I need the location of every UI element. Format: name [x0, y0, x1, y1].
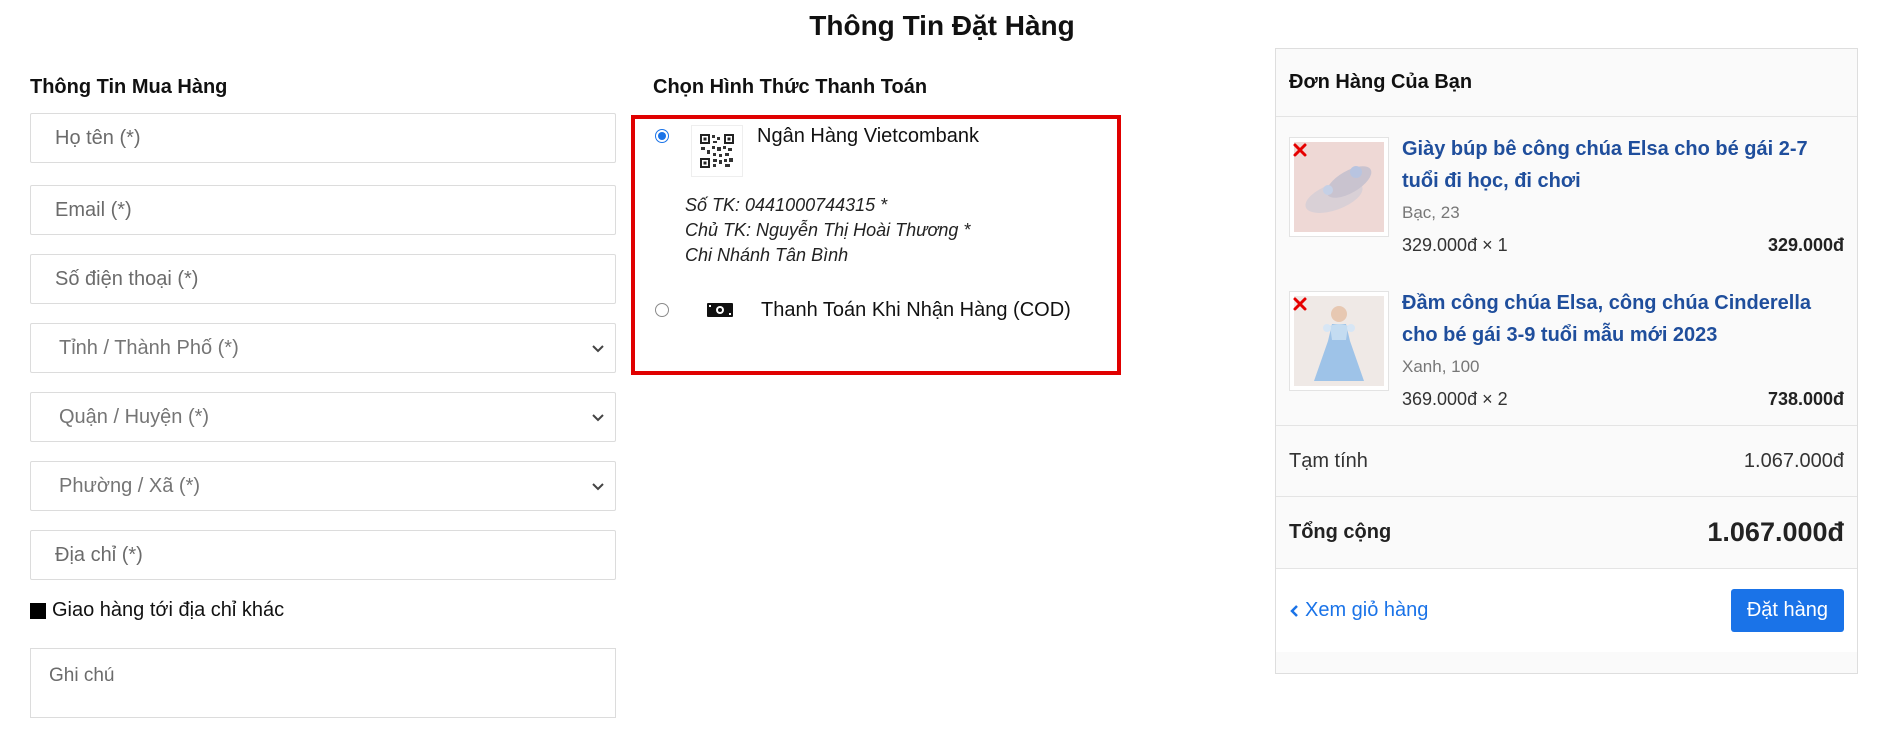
total-row: Tổng cộng 1.067.000đ — [1276, 496, 1857, 568]
product-thumbnail[interactable] — [1289, 137, 1389, 237]
order-actions: Xem giỏ hàng Đặt hàng — [1276, 568, 1857, 652]
cash-icon — [707, 303, 733, 317]
order-item: Đầm công chúa Elsa, công chúa Cinderella… — [1289, 271, 1844, 425]
total-label: Tổng cộng — [1289, 521, 1392, 543]
remove-item-icon[interactable] — [1292, 142, 1308, 158]
place-order-button[interactable]: Đặt hàng — [1730, 589, 1844, 632]
product-name-link[interactable]: Giày búp bê công chúa Elsa cho bé gái 2-… — [1402, 133, 1844, 197]
view-cart-label: Xem giỏ hàng — [1305, 599, 1429, 621]
province-select[interactable]: Tỉnh / Thành Phố (*) — [30, 323, 616, 373]
cod-option-label: Thanh Toán Khi Nhận Hàng (COD) — [761, 299, 1071, 321]
remove-item-icon[interactable] — [1292, 296, 1308, 312]
bank-account-holder: Chủ TK: Nguyễn Thị Hoài Thương * — [685, 220, 971, 240]
subtotal-value: 1.067.000đ — [1743, 449, 1844, 472]
product-unit-quantity: 369.000đ × 2 — [1402, 389, 1508, 409]
product-line-total: 329.000đ — [1767, 235, 1844, 255]
province-select-wrap: Tỉnh / Thành Phố (*) — [30, 323, 616, 373]
total-value: 1.067.000đ — [1707, 517, 1844, 547]
note-textarea[interactable] — [30, 648, 616, 718]
order-item-info: Đầm công chúa Elsa, công chúa Cinderella… — [1402, 287, 1844, 410]
phone-input[interactable] — [30, 254, 616, 304]
bank-account-number: Số TK: 0441000744315 * — [685, 195, 888, 215]
payment-option-cod[interactable]: Thanh Toán Khi Nhận Hàng (COD) — [655, 299, 1071, 322]
buyer-info-section: Thông Tin Mua Hàng Tỉnh / Thành Phố (*) … — [30, 76, 616, 723]
product-thumbnail[interactable] — [1289, 291, 1389, 391]
ship-other-address-label: Giao hàng tới địa chỉ khác — [52, 599, 285, 621]
cod-radio[interactable] — [655, 303, 669, 317]
page-title: Thông Tin Đặt Hàng — [809, 10, 1075, 41]
ward-select[interactable]: Phường / Xã (*) — [30, 461, 616, 511]
order-item: Giày búp bê công chúa Elsa cho bé gái 2-… — [1289, 117, 1844, 271]
product-line-total: 738.000đ — [1767, 389, 1844, 409]
order-summary-title: Đơn Hàng Của Bạn — [1276, 49, 1857, 117]
ship-other-address-checkbox[interactable]: Giao hàng tới địa chỉ khác — [30, 599, 616, 622]
ward-select-wrap: Phường / Xã (*) — [30, 461, 616, 511]
full-name-input[interactable] — [30, 113, 616, 163]
bank-option-label: Ngân Hàng Vietcombank — [757, 125, 979, 147]
chevron-left-icon — [1290, 604, 1298, 617]
product-variant: Bạc, 23 — [1402, 203, 1460, 222]
buyer-section-title: Thông Tin Mua Hàng — [30, 76, 228, 98]
district-select[interactable]: Quận / Huyện (*) — [30, 392, 616, 442]
product-price-row: 369.000đ × 2 738.000đ — [1402, 389, 1844, 410]
subtotal-label: Tạm tính — [1289, 449, 1368, 472]
payment-section-title: Chọn Hình Thức Thanh Toán — [653, 76, 928, 98]
order-items-list: Giày búp bê công chúa Elsa cho bé gái 2-… — [1276, 117, 1857, 425]
email-input[interactable] — [30, 185, 616, 235]
product-unit-quantity: 329.000đ × 1 — [1402, 235, 1508, 255]
checkbox-icon[interactable] — [30, 602, 46, 619]
address-input[interactable] — [30, 530, 616, 580]
product-price-row: 329.000đ × 1 329.000đ — [1402, 235, 1844, 256]
subtotal-row: Tạm tính 1.067.000đ — [1276, 425, 1857, 496]
product-variant: Xanh, 100 — [1402, 357, 1480, 376]
payment-section: Chọn Hình Thức Thanh Toán — [653, 76, 1123, 113]
payment-option-bank[interactable]: Ngân Hàng Vietcombank — [655, 125, 979, 177]
order-summary-panel: Đơn Hàng Của Bạn Giày búp bê công chúa E… — [1275, 48, 1858, 674]
district-select-wrap: Quận / Huyện (*) — [30, 392, 616, 442]
product-name-link[interactable]: Đầm công chúa Elsa, công chúa Cinderella… — [1402, 287, 1844, 351]
qr-code-icon — [691, 125, 743, 177]
bank-radio[interactable] — [655, 129, 669, 143]
bank-details: Số TK: 0441000744315 * Chủ TK: Nguyễn Th… — [685, 193, 970, 268]
view-cart-link[interactable]: Xem giỏ hàng — [1289, 599, 1428, 622]
payment-options-box: Ngân Hàng Vietcombank Số TK: 04410007443… — [631, 115, 1121, 375]
bank-branch: Chi Nhánh Tân Bình — [685, 245, 849, 265]
order-item-info: Giày búp bê công chúa Elsa cho bé gái 2-… — [1402, 133, 1844, 256]
